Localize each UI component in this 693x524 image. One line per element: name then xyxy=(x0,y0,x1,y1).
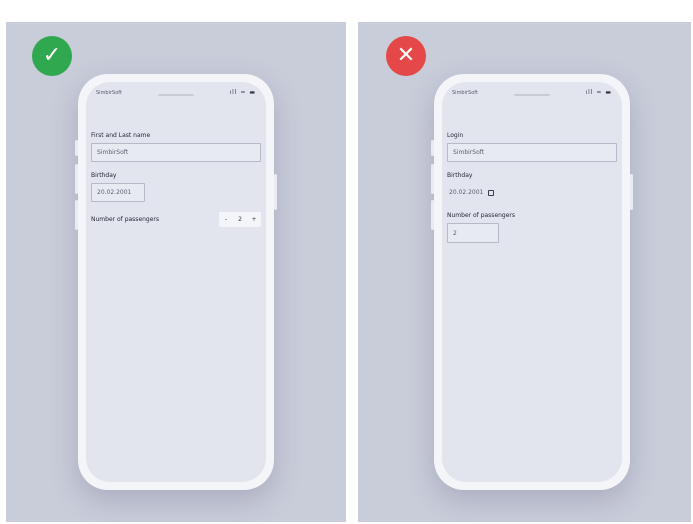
booking-form: First and Last name SimbirSoft Birthday … xyxy=(91,132,261,237)
cross-icon: ✕ xyxy=(386,36,426,76)
phone-mockup: SimbirSoft ıll ≈ ▬ First and Last name S… xyxy=(75,74,277,490)
app-name: SimbirSoft xyxy=(96,90,122,96)
phone-side-button xyxy=(431,200,434,230)
login-label: Login xyxy=(447,132,464,139)
phone-power-button xyxy=(274,174,277,210)
phone-power-button xyxy=(630,174,633,210)
checkmark-icon: ✓ xyxy=(32,36,72,76)
bad-example-panel: ✕ SimbirSoft ıll ≈ ▬ Login SimbirSoft Bi… xyxy=(358,22,691,522)
phone-screen: SimbirSoft ıll ≈ ▬ Login SimbirSoft Birt… xyxy=(442,82,622,482)
phone-screen: SimbirSoft ıll ≈ ▬ First and Last name S… xyxy=(86,82,266,482)
passengers-field[interactable]: 2 xyxy=(447,223,499,243)
phone-side-button xyxy=(75,164,78,194)
stepper-decrement-button[interactable]: - xyxy=(219,216,233,223)
app-name: SimbirSoft xyxy=(452,90,478,96)
booking-form: Login SimbirSoft Birthday 20.02.2001 Num… xyxy=(447,132,617,253)
birthday-field[interactable]: 20.02.2001 xyxy=(91,183,145,202)
signal-wifi-battery-icon: ıll ≈ ▬ xyxy=(229,89,256,96)
phone-side-button xyxy=(431,140,434,156)
login-field[interactable]: SimbirSoft xyxy=(447,143,617,162)
signal-wifi-battery-icon: ıll ≈ ▬ xyxy=(585,89,612,96)
name-field[interactable]: SimbirSoft xyxy=(91,143,261,162)
notch xyxy=(514,94,550,96)
passengers-stepper[interactable]: - 2 + xyxy=(219,212,261,227)
stepper-increment-button[interactable]: + xyxy=(247,216,261,223)
stepper-value: 2 xyxy=(238,216,242,223)
birthday-value: 20.02.2001 xyxy=(449,189,484,196)
passengers-label: Number of passengers xyxy=(91,216,160,223)
status-bar: SimbirSoft ıll ≈ ▬ xyxy=(442,82,622,104)
phone-side-button xyxy=(431,164,434,194)
good-example-panel: ✓ SimbirSoft ıll ≈ ▬ First and Last name… xyxy=(6,22,346,522)
birthday-label: Birthday xyxy=(447,172,473,179)
passengers-label: Number of passengers xyxy=(447,212,516,219)
phone-side-button xyxy=(75,200,78,230)
phone-mockup: SimbirSoft ıll ≈ ▬ Login SimbirSoft Birt… xyxy=(431,74,633,490)
name-label: First and Last name xyxy=(91,132,151,139)
status-bar: SimbirSoft ıll ≈ ▬ xyxy=(86,82,266,104)
phone-side-button xyxy=(75,140,78,156)
calendar-icon[interactable] xyxy=(488,189,495,196)
notch xyxy=(158,94,194,96)
birthday-label: Birthday xyxy=(91,172,117,179)
birthday-field[interactable]: 20.02.2001 xyxy=(447,183,501,202)
